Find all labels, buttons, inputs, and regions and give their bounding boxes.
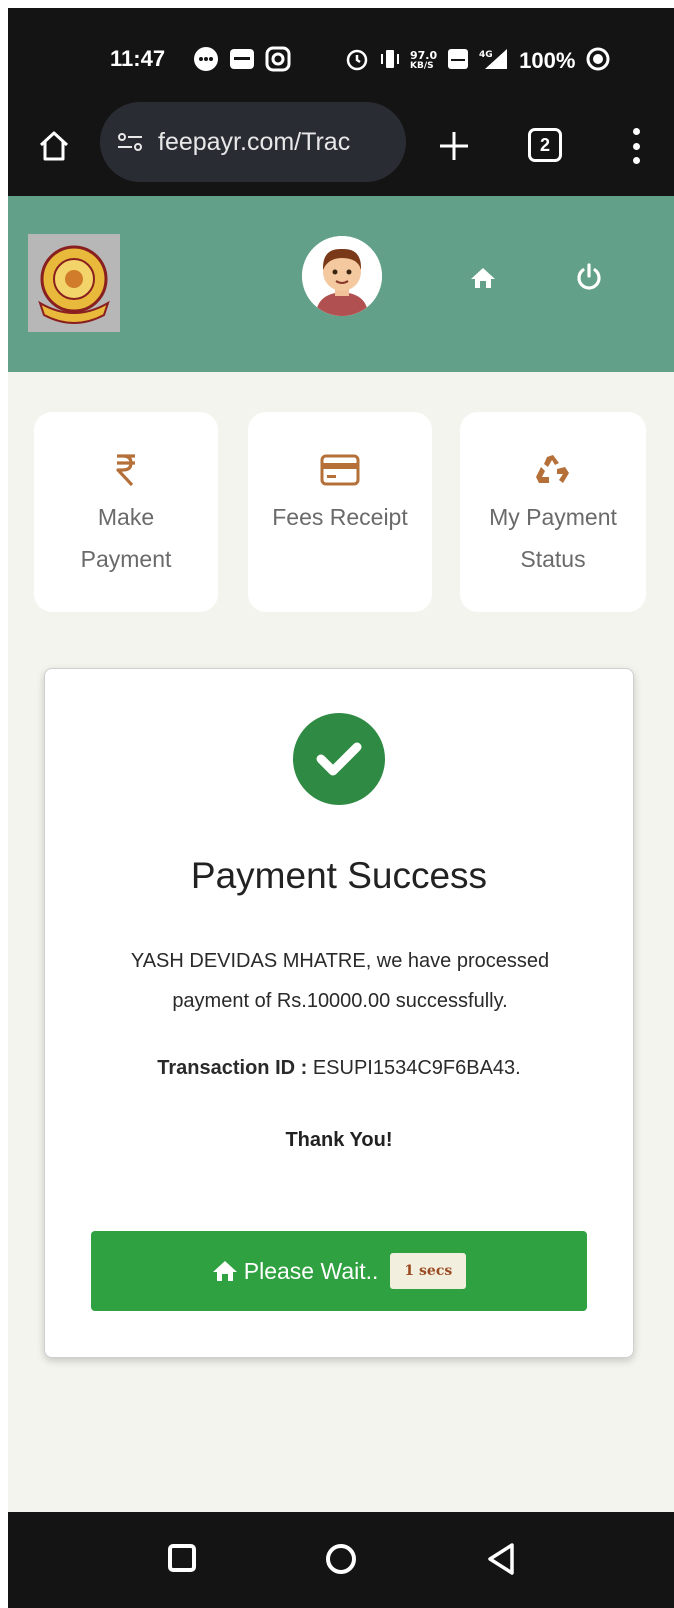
result-message-line2: payment of Rs.10000.00 successfully. [172, 990, 508, 1012]
site-header [8, 196, 674, 372]
notification-icons [192, 46, 292, 72]
success-check-icon [293, 713, 385, 805]
tile-my-payment-status[interactable]: My Payment Status [460, 412, 646, 612]
net-speed-unit: KB/S [410, 61, 434, 71]
site-settings-icon[interactable] [116, 129, 146, 155]
countdown-badge: 1 secs [390, 1253, 467, 1289]
menu-dot [632, 157, 640, 164]
tile-label-line2: Payment [80, 546, 172, 572]
result-message: YASH DEVIDAS MHATRE, we have processed p… [85, 941, 595, 1021]
tile-make-payment[interactable]: Make Payment [34, 412, 218, 612]
tile-label-line1: My Payment [489, 504, 617, 530]
menu-dot [632, 142, 640, 150]
sanstha-logo-icon [38, 245, 110, 324]
result-message-line1: YASH DEVIDAS MHATRE, we have processed [130, 950, 550, 972]
please-wait-label: Please Wait.. [243, 1257, 379, 1284]
address-bar[interactable]: feepayr.com/Trac [100, 102, 406, 182]
card-icon [248, 450, 432, 490]
home-icon [212, 1261, 237, 1281]
home-nav-button[interactable] [326, 1544, 356, 1574]
transaction-id-value: ESUPI1534C9F6BA43. [307, 1057, 521, 1079]
plus-icon [440, 132, 468, 160]
recycle-icon [460, 450, 646, 490]
signal-icon: 4G [479, 47, 509, 75]
app-notification-icon [228, 46, 256, 72]
home-icon[interactable] [470, 266, 496, 290]
system-nav-bar [8, 1512, 674, 1608]
avatar-icon [302, 236, 382, 316]
school-logo[interactable] [28, 234, 120, 332]
status-bar: 11:47 97.0 KB/S 4G 100% [8, 8, 674, 102]
system-icons: 97.0 KB/S 4G 100% [344, 46, 611, 76]
browser-home-button[interactable] [30, 122, 78, 170]
menu-dot [632, 128, 640, 135]
battery-level: 100% [519, 48, 576, 73]
browser-menu-button[interactable] [626, 126, 646, 166]
recents-button[interactable] [168, 1544, 196, 1572]
data-saver-icon [585, 46, 611, 76]
url-text: feepayr.com/Trac [158, 127, 351, 156]
transaction-id: Transaction ID : ESUPI1534C9F6BA43. [45, 1057, 633, 1080]
user-avatar[interactable] [302, 236, 382, 316]
net-speed-value: 97.0 [410, 49, 438, 62]
net-speed: 97.0 KB/S [410, 50, 437, 72]
alarm-icon [344, 46, 370, 76]
tile-label-line2: Status [520, 546, 586, 572]
back-icon[interactable] [486, 1542, 516, 1576]
tab-switcher-button[interactable]: 2 [528, 128, 562, 162]
power-icon[interactable] [574, 262, 604, 292]
home-outline-icon [39, 131, 69, 161]
status-time: 11:47 [110, 46, 166, 71]
payment-result-card: Payment Success YASH DEVIDAS MHATRE, we … [44, 668, 634, 1358]
chat-icon [192, 46, 220, 72]
new-tab-button[interactable] [430, 122, 478, 170]
instagram-icon [264, 46, 292, 72]
thank-you-text: Thank You! [285, 1129, 393, 1151]
browser-toolbar: feepayr.com/Trac 2 [8, 102, 674, 196]
tile-label-line1: Make [97, 504, 155, 530]
svg-text:4G: 4G [479, 50, 493, 60]
rupee-icon [34, 450, 218, 490]
transaction-id-label: Transaction ID : [157, 1057, 308, 1079]
tile-fees-receipt[interactable]: Fees Receipt [248, 412, 432, 612]
main-content: Make Payment Fees Receipt My Payment Sta… [8, 372, 674, 1512]
result-title: Payment Success [190, 855, 488, 896]
volte-icon [447, 48, 469, 74]
vibrate-icon [380, 47, 400, 75]
please-wait-button[interactable]: Please Wait.. 1 secs [91, 1231, 587, 1311]
tile-label-line1: Fees Receipt [272, 504, 408, 530]
